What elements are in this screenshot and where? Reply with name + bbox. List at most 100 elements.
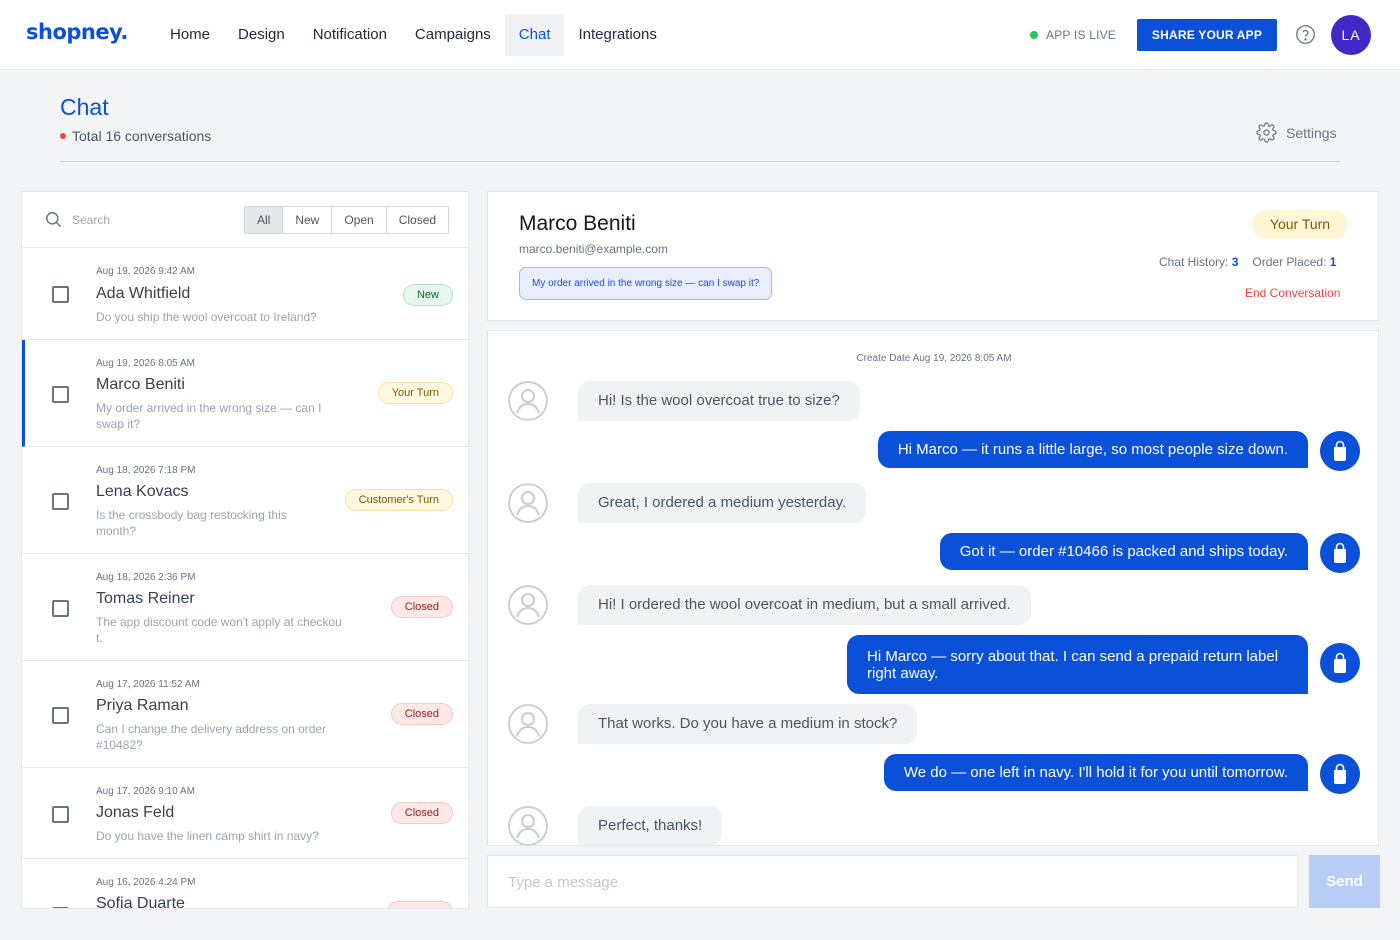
store-message-bubble: Got it — order #10466 is packed and ship… [939,533,1308,570]
help-icon[interactable] [1295,24,1316,45]
filter-new[interactable]: New [283,207,333,233]
conversation-preview: Do you have the linen camp shirt in navy… [96,829,319,843]
conversation-checkbox[interactable] [52,386,69,403]
order-placed-label: Order Placed: [1252,255,1327,269]
chat-history-count: 3 [1231,255,1239,269]
conversation-checkbox[interactable] [52,907,69,908]
store-message-bubble: Hi Marco — it runs a little large, so mo… [877,431,1308,468]
nav-item-campaigns[interactable]: Campaigns [401,14,505,56]
conversation-checkbox[interactable] [52,286,69,303]
conversation-preview: Can I change the delivery address on ord… [96,722,327,752]
conversation-customer-name: Sofia Duarte [96,895,185,909]
customer-avatar-icon [508,483,548,523]
conversation-item[interactable]: Aug 17, 2026 11:52 AM Priya Raman Can I … [22,661,468,768]
status-filter: All New Open Closed [244,206,450,234]
header-divider [60,161,1340,162]
conversation-date: Aug 18, 2026 7:18 PM [96,465,196,476]
message-bubble: Great, I ordered a medium yesterday. [578,483,867,523]
conversation-checkbox[interactable] [52,707,69,724]
status-badge: Customer's Turn [344,489,453,511]
conversation-item[interactable]: Aug 18, 2026 2:36 PM Tomas Reiner The ap… [22,554,468,661]
customer-email: marco.beniti@example.com [519,242,668,256]
search-icon [46,212,62,228]
customer-avatar-icon [508,585,548,625]
conversation-date: Aug 19, 2026 9:42 AM [96,266,195,277]
nav-item-home[interactable]: Home [156,14,224,56]
conversation-subject: My order arrived in the wrong size — can… [519,267,773,300]
nav-item-integrations[interactable]: Integrations [564,14,670,56]
conversation-item[interactable]: Aug 18, 2026 7:18 PM Lena Kovacs Is the … [22,447,468,554]
message-bubble: Perfect, thanks! [578,806,723,845]
conversation-customer-name: Ada Whitfield [96,285,191,302]
message-bubble: Hi! Is the wool overcoat true to size? [578,381,860,421]
customer-avatar-icon [508,704,548,744]
conversation-date: Aug 17, 2026 11:52 AM [96,679,200,690]
customer-avatar-icon [508,381,548,421]
page-title: Chat [60,94,109,120]
message-thread: Create Date Aug 19, 2026 8:05 AM Hi! Is … [487,330,1379,846]
conversation-checkbox[interactable] [52,806,69,823]
filter-closed[interactable]: Closed [386,207,449,233]
filter-open[interactable]: Open [332,207,387,233]
conversation-customer-name: Marco Beniti [96,376,185,393]
conversation-item-selected[interactable]: Aug 19, 2026 8:05 AM Marco Beniti My ord… [22,340,468,447]
gear-icon [1256,122,1277,143]
send-button[interactable]: Send [1309,855,1380,908]
conversation-date: Aug 19, 2026 8:05 AM [96,358,195,369]
message-composer [487,855,1298,908]
message-bubble: That works. Do you have a medium in stoc… [578,704,918,744]
main-nav: Home Design Notification Campaigns Chat … [156,14,671,56]
app-status: APP IS LIVE [1030,28,1116,42]
conversation-count-label: Total 16 conversations [72,128,212,144]
conversation-date: Aug 17, 2026 9:10 AM [96,786,195,797]
turn-badge: Your Turn [1252,210,1348,239]
conversation-item[interactable]: Aug 16, 2026 4:24 PM Sofia Duarte [22,859,468,909]
status-badge [387,901,453,908]
conversation-header: Marco Beniti marco.beniti@example.com My… [487,191,1379,321]
conversation-customer-name: Tomas Reiner [96,590,195,607]
customer-stats: Chat History: 3 Order Placed: 1 [1159,255,1336,269]
conversation-item[interactable]: Aug 17, 2026 9:10 AM Jonas Feld Do you h… [22,768,468,859]
conversation-list: Aug 19, 2026 9:42 AM Ada Whitfield Do yo… [22,249,468,909]
conversation-item[interactable]: Aug 19, 2026 9:42 AM Ada Whitfield Do yo… [22,249,468,340]
conversation-list-panel: All New Open Closed Aug 19, 2026 9:42 AM… [21,191,469,909]
conversation-customer-name: Jonas Feld [96,804,175,821]
status-badge: Closed [390,596,453,618]
store-message-bubble: Hi Marco — sorry about that. I can send … [847,635,1308,694]
order-placed-count: 1 [1329,255,1337,269]
conversation-checkbox[interactable] [52,600,69,617]
conversation-checkbox[interactable] [52,493,69,510]
conversation-date: Aug 16, 2026 4:24 PM [96,877,196,888]
conversation-preview: Is the crossbody bag restocking this mon… [96,508,287,538]
nav-item-chat[interactable]: Chat [504,14,565,56]
conversation-preview: The app discount code won't apply at che… [96,615,342,645]
nav-item-design[interactable]: Design [224,14,299,56]
store-bag-icon [1320,533,1360,573]
end-conversation-button[interactable]: End Conversation [1245,286,1340,300]
user-avatar[interactable]: LA [1331,15,1371,55]
customer-avatar-icon [508,806,548,845]
nav-item-notification[interactable]: Notification [299,14,401,56]
order-placed-stat[interactable]: Order Placed: 1 [1252,255,1336,269]
status-badge: Your Turn [377,382,453,404]
settings-label: Settings [1286,124,1337,141]
search-input[interactable] [72,210,232,230]
count-dot-icon [60,133,66,139]
app-status-label: APP IS LIVE [1046,28,1117,42]
create-date: Create Date Aug 19, 2026 8:05 AM [856,353,1012,364]
store-bag-icon [1320,431,1360,471]
status-badge: New [402,284,453,306]
store-message-bubble: We do — one left in navy. I'll hold it f… [883,754,1308,791]
brand-logo[interactable]: shopney. [26,20,128,44]
status-badge: Closed [390,703,453,725]
message-input[interactable] [508,872,1268,892]
conversation-date: Aug 18, 2026 2:36 PM [96,572,196,583]
chat-history-stat[interactable]: Chat History: 3 [1159,255,1238,269]
share-app-button[interactable]: SHARE YOUR APP [1137,19,1277,51]
list-toolbar: All New Open Closed [22,192,468,248]
filter-all[interactable]: All [245,207,284,233]
status-badge: Closed [390,802,453,824]
settings-button[interactable]: Settings [1256,122,1337,143]
conversation-preview: My order arrived in the wrong size — can… [96,401,322,431]
conversation-preview: Do you ship the wool overcoat to Ireland… [96,310,317,324]
